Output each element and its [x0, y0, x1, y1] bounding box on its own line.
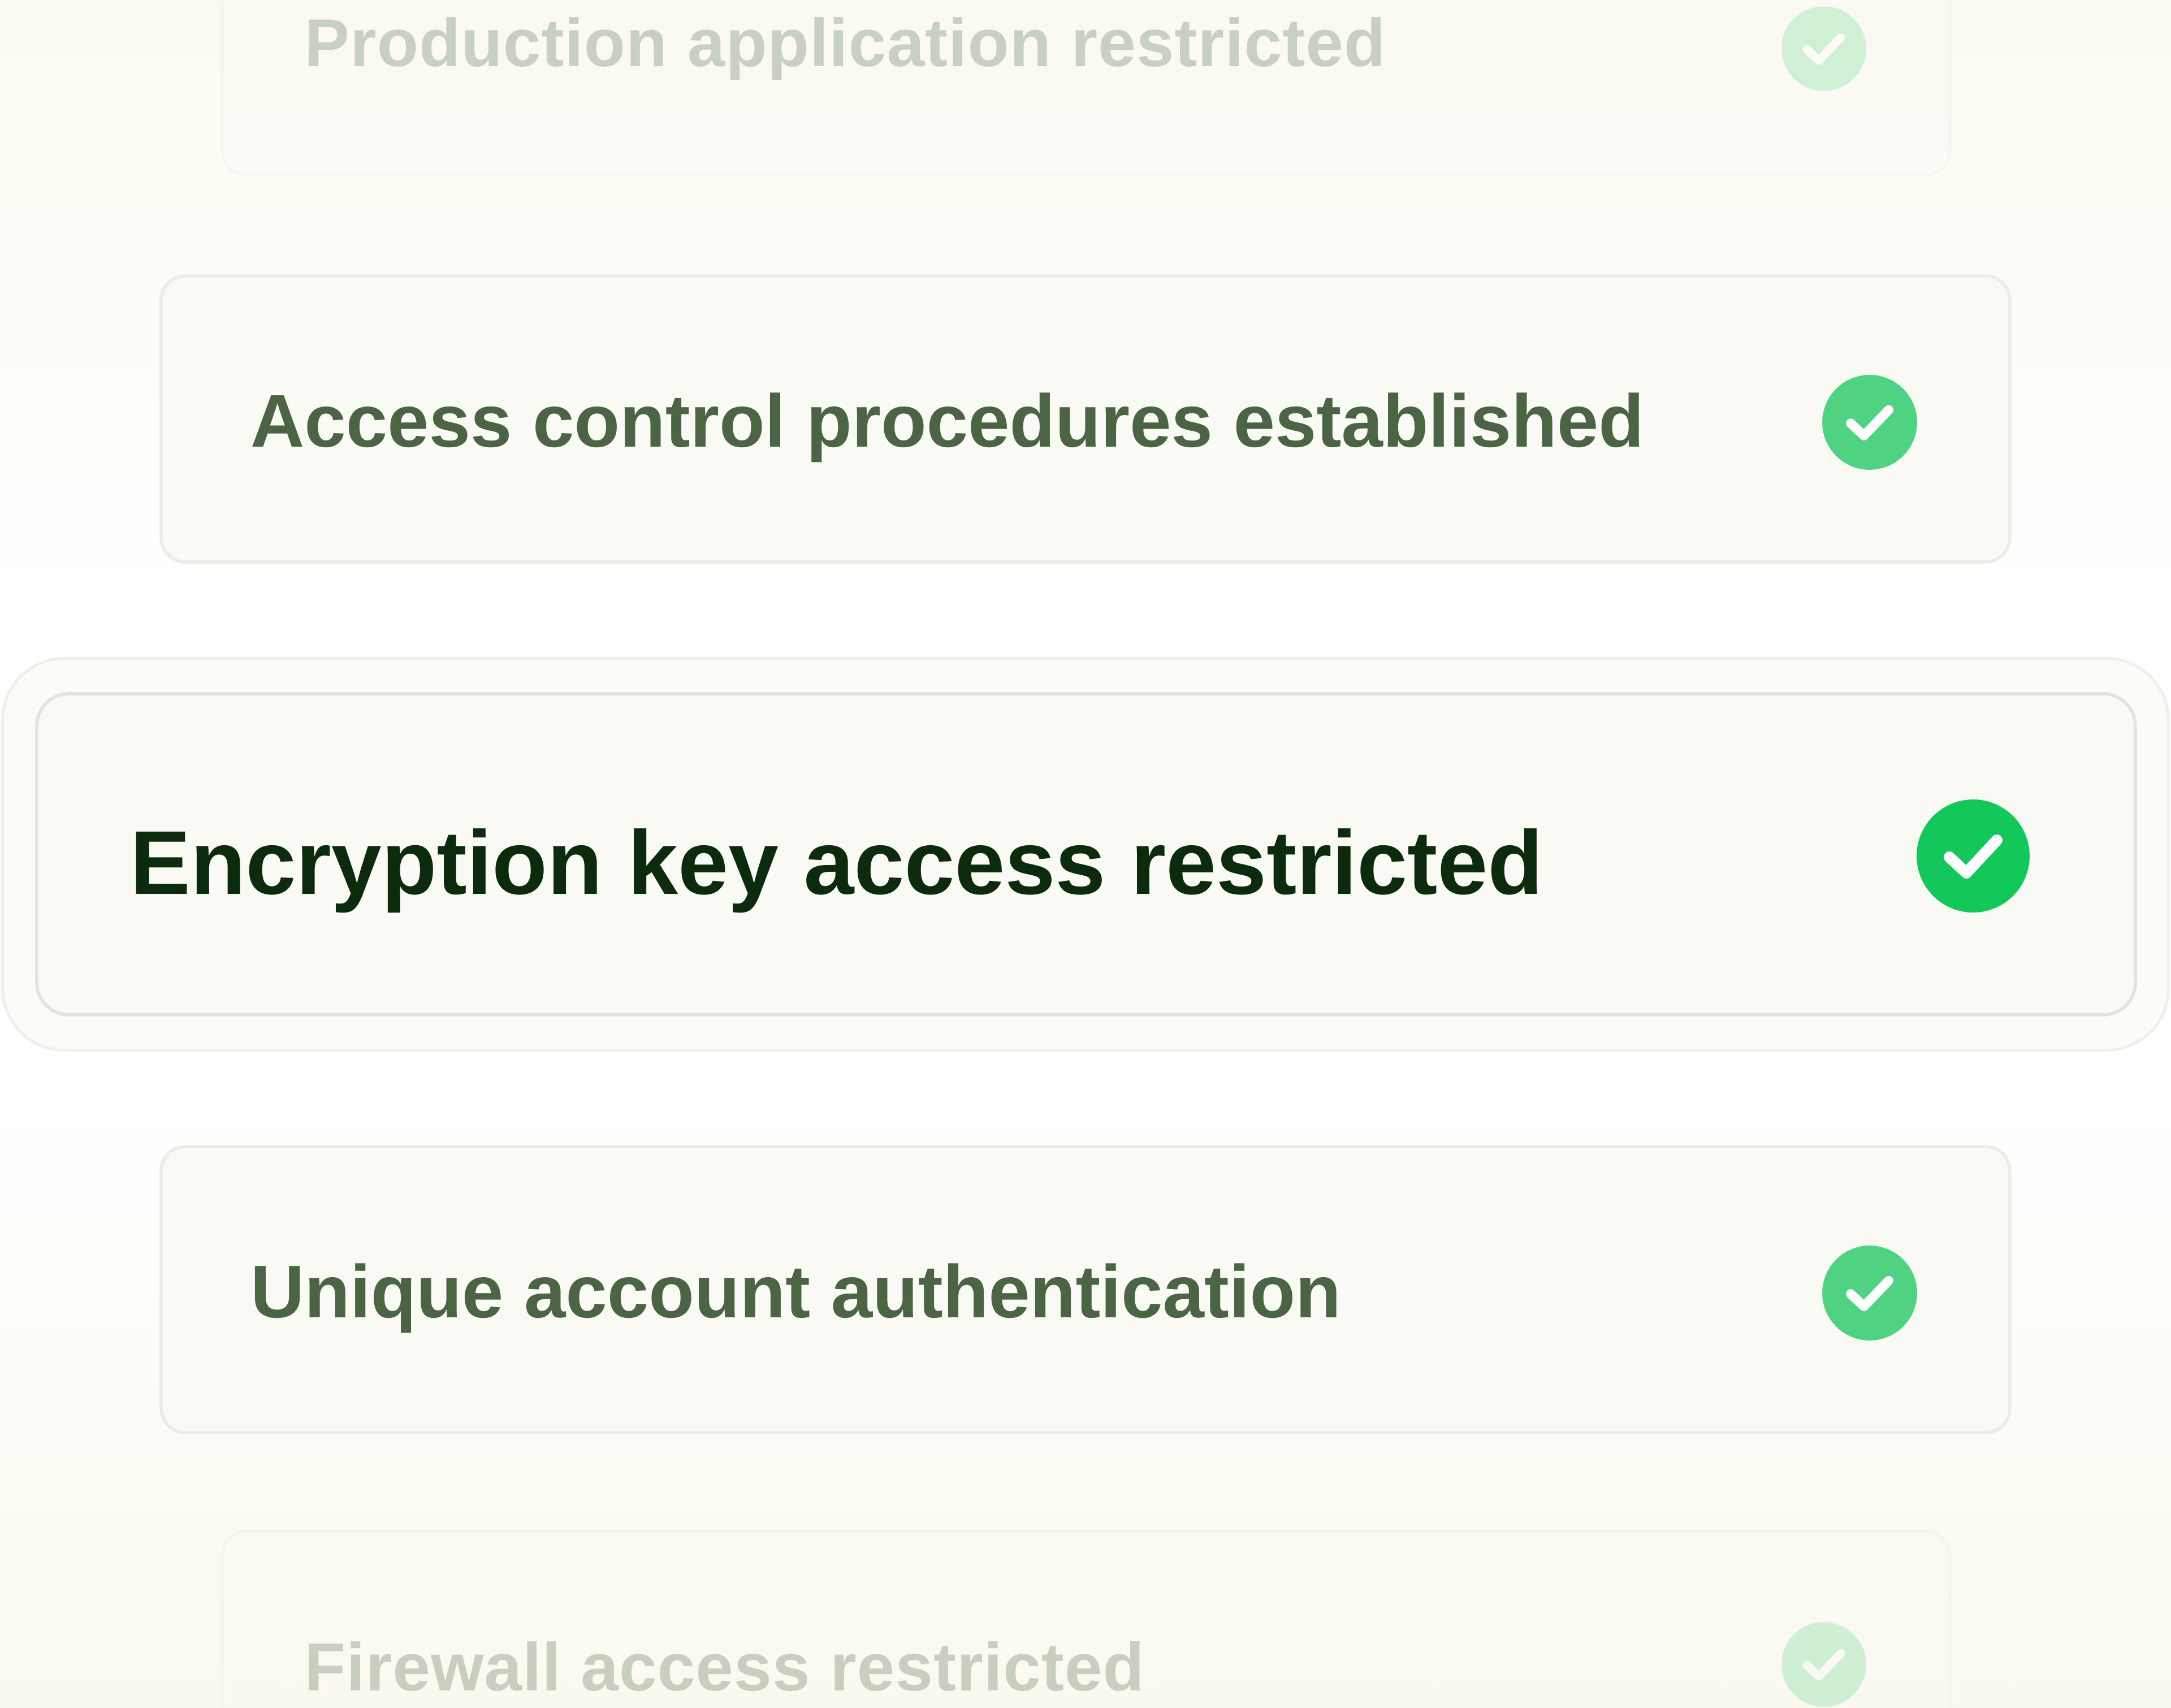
- check-circle-icon: [1822, 375, 1917, 470]
- checklist-item-label: Unique account authentication: [250, 1250, 1341, 1333]
- check-circle-icon: [1917, 799, 2030, 913]
- checklist-item-label: Production application restricted: [304, 5, 1386, 81]
- checklist-item-label: Access control procedures established: [250, 379, 1644, 462]
- checklist-item-label: Firewall access restricted: [304, 1629, 1145, 1705]
- checklist-item-firewall-access[interactable]: Firewall access restricted: [220, 1529, 1952, 1708]
- check-circle-icon: [1781, 1622, 1866, 1707]
- checklist-panel: Production application restricted Access…: [0, 0, 2171, 1708]
- checklist-item-label: Encryption key access restricted: [130, 812, 1543, 913]
- checklist-item-encryption-key[interactable]: Encryption key access restricted: [35, 692, 2137, 1017]
- check-circle-icon: [1822, 1246, 1917, 1341]
- checklist-item-unique-account[interactable]: Unique account authentication: [159, 1145, 2012, 1434]
- checklist-item-production-application[interactable]: Production application restricted: [220, 0, 1952, 176]
- check-circle-icon: [1781, 6, 1866, 91]
- checklist-item-access-control[interactable]: Access control procedures established: [159, 274, 2012, 564]
